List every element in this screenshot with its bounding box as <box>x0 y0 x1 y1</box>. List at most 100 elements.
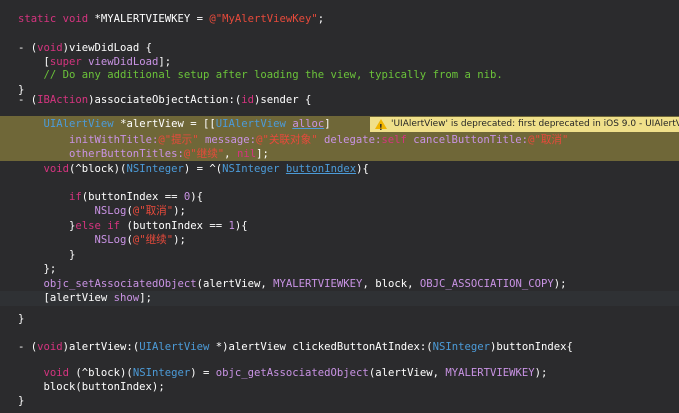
code-token: } <box>18 395 25 407</box>
code-line[interactable]: block(buttonIndex); <box>0 380 679 395</box>
code-token: - ( <box>18 94 38 106</box>
code-line[interactable]: - (void)viewDidLoad { <box>0 41 679 56</box>
code-token: void <box>37 42 63 54</box>
code-token: IBAction <box>37 94 89 106</box>
code-token: id <box>241 94 255 106</box>
code-comment: // Do any additional setup after loading… <box>18 69 503 81</box>
code-line[interactable]: // Do any additional setup after loading… <box>0 68 679 83</box>
code-token: NSLog <box>94 234 127 246</box>
code-token: buttonIndex <box>285 163 357 175</box>
deprecation-warning[interactable]: 'UIAlertView' is deprecated: first depre… <box>370 117 679 132</box>
code-token: objc_getAssociatedObject <box>215 367 369 379</box>
code-token: cancelButtonTitle: <box>413 134 529 146</box>
code-token: } <box>18 313 25 325</box>
code-token: @"继续" <box>183 148 225 160</box>
code-token: UIAlertView <box>43 118 114 130</box>
code-token: ] <box>324 118 331 130</box>
code-token: ]; <box>158 56 172 68</box>
code-token: void <box>37 341 63 353</box>
code-token: void <box>43 367 70 379</box>
code-token: @"MyAlertViewKey" <box>209 13 318 25</box>
code-token: NSInteger <box>432 341 491 353</box>
code-token: ); <box>553 278 567 290</box>
code-token: ){ <box>190 191 204 203</box>
code-token: show <box>113 292 140 304</box>
code-token: static void <box>18 13 95 25</box>
code-token: [ <box>18 56 50 68</box>
code-token: - ( <box>18 42 38 54</box>
code-token: (^block)( <box>69 163 127 175</box>
code-token: else if <box>75 220 121 232</box>
code-line-warning[interactable]: UIAlertView *alertView = [[UIAlertView a… <box>0 116 679 133</box>
code-line[interactable]: - (void)alertView:(UIAlertView *)alertVi… <box>0 340 679 355</box>
code-token: delegate: <box>323 134 382 146</box>
code-token: ); <box>534 367 548 379</box>
code-editor[interactable]: static void *MYALERTVIEWKEY = @"MyAlertV… <box>0 0 679 413</box>
code-token: }; <box>18 263 57 275</box>
code-token: ); <box>173 234 186 246</box>
code-token: NSLog <box>94 205 127 217</box>
code-line[interactable]: NSLog(@"继续"); <box>0 233 679 248</box>
code-token: ]; <box>139 292 152 304</box>
code-token: - ( <box>18 341 38 353</box>
warning-message: 'UIAlertView' is deprecated: first depre… <box>391 119 679 129</box>
code-line[interactable]: NSLog(@"取消"); <box>0 204 679 219</box>
code-token: ) = ^( <box>183 163 223 175</box>
code-token: (buttonIndex == <box>81 191 184 203</box>
code-token: message: <box>205 134 257 146</box>
code-line[interactable]: if(buttonIndex == 0){ <box>0 190 679 205</box>
code-line-current[interactable]: [alertView show]; <box>0 291 679 306</box>
code-token: ){ <box>234 220 248 232</box>
code-token: *MYALERTVIEWKEY = <box>94 13 210 25</box>
code-token: ]; <box>256 148 269 160</box>
code-line[interactable]: void(^block)(NSInteger) = ^(NSInteger bu… <box>0 162 679 177</box>
code-token: , <box>224 148 237 160</box>
code-token: NSInteger <box>132 367 191 379</box>
code-token: self <box>381 134 414 146</box>
code-token: )buttonIndex{ <box>490 341 573 353</box>
code-token: void <box>43 163 70 175</box>
code-token: } <box>18 249 76 261</box>
code-token: block(buttonIndex); <box>18 381 165 393</box>
code-line[interactable]: } <box>0 394 679 409</box>
code-token: UIAlertView <box>139 341 210 353</box>
code-token: super <box>49 56 89 68</box>
code-token: )associateObjectAction:( <box>88 94 242 106</box>
code-line[interactable]: - (IBAction)associateObjectAction:(id)se… <box>0 93 679 108</box>
code-line[interactable]: }else if (buttonIndex == 1){ <box>0 219 679 234</box>
code-token: OBJC_ASSOCIATION_COPY <box>419 278 554 290</box>
code-line[interactable]: objc_setAssociatedObject(alertView, MYAL… <box>0 277 679 292</box>
code-token: @"关联对象" <box>256 134 324 146</box>
code-token: *)alertView clickedButtonAtIndex:( <box>209 341 433 353</box>
code-line-warning[interactable]: initWithTitle:@"提示" message:@"关联对象" dele… <box>0 133 679 147</box>
code-line[interactable]: static void *MYALERTVIEWKEY = @"MyAlertV… <box>0 12 679 27</box>
code-token: if <box>69 191 82 203</box>
code-token: otherButtonTitles: <box>69 148 184 160</box>
code-token: objc_setAssociatedObject <box>43 278 197 290</box>
code-token: } <box>18 220 76 232</box>
code-token: (alertView, <box>368 367 446 379</box>
code-token: ; <box>317 13 325 25</box>
code-line-warning[interactable]: otherButtonTitles:@"继续", nil]; <box>0 147 679 161</box>
code-token: nil <box>236 148 257 160</box>
code-token: (alertView, <box>196 278 274 290</box>
code-token: MYALERTVIEWKEY <box>445 367 535 379</box>
code-line[interactable]: void (^block)(NSInteger) = objc_getAssoc… <box>0 366 679 381</box>
code-line[interactable]: } <box>0 312 679 327</box>
code-token: NSInteger <box>126 163 184 175</box>
code-token: NSInteger <box>222 163 280 175</box>
code-line[interactable]: } <box>0 248 679 263</box>
code-line[interactable]: }; <box>0 262 679 277</box>
code-token: viewDidLoad <box>88 56 159 68</box>
code-token: (buttonIndex == <box>120 220 229 232</box>
code-token: @"继续" <box>132 234 174 246</box>
